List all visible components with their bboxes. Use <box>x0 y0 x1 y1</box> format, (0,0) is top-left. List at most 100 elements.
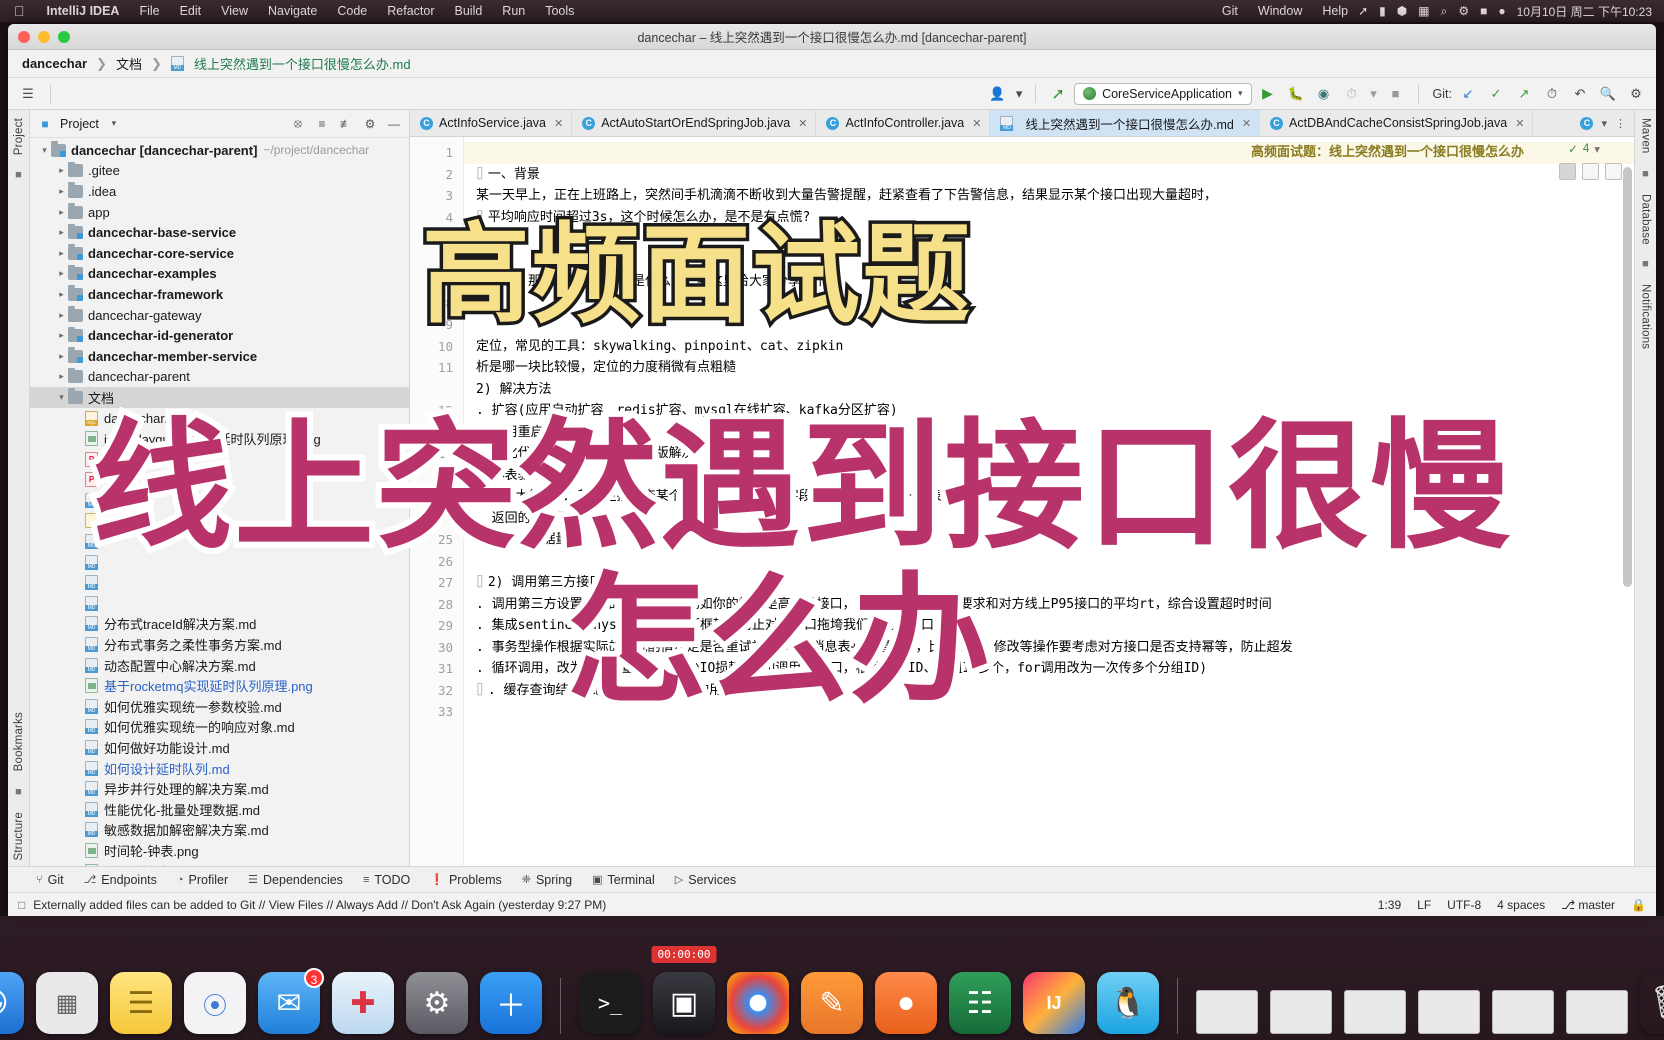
chevron-right-icon[interactable]: ▸ <box>55 371 68 382</box>
dock-launchpad-icon[interactable]: ▦ <box>36 972 98 1034</box>
caret-position[interactable]: 1:39 <box>1378 898 1401 912</box>
markdown-split-view-icon[interactable] <box>1582 163 1599 180</box>
code-line[interactable]: . 应用重启大法 <box>464 422 1634 444</box>
tree-row[interactable]: 动态配置中心解决方案.md <box>30 655 409 676</box>
chevron-down-icon[interactable]: ▾ <box>55 392 68 403</box>
code-line[interactable] <box>464 228 1634 250</box>
code-fold-icon[interactable]: ⌷ <box>476 167 484 182</box>
window-controls[interactable] <box>18 31 70 43</box>
tool-window-button-problems[interactable]: ❗ Problems <box>430 873 502 887</box>
strip-project-label[interactable]: Project <box>13 118 25 155</box>
tool-window-button-dependencies[interactable]: ☰ Dependencies <box>248 873 343 887</box>
close-tab-icon[interactable]: ✕ <box>1242 117 1251 130</box>
menu-window[interactable]: Window <box>1248 4 1312 18</box>
editor-tab[interactable]: C ActInfoController.java ✕ <box>816 110 991 136</box>
dock-window-thumbnail[interactable] <box>1418 990 1480 1034</box>
close-tab-icon[interactable]: ✕ <box>554 117 563 130</box>
tree-row[interactable] <box>30 552 409 573</box>
editor-scrollbar[interactable] <box>1623 167 1632 587</box>
code-line[interactable]: . 小表驱动大表( <box>464 465 1634 487</box>
editor-tab[interactable]: C ActAutoStartOrEndSpringJob.java ✕ <box>572 110 817 136</box>
strip-maven-label[interactable]: Maven <box>1640 118 1652 154</box>
search-icon[interactable]: ⌕ <box>1441 4 1448 19</box>
dock-screen-recorder-icon[interactable]: ▣ 00:00:00 <box>651 946 717 1034</box>
editor-tab[interactable]: C ActInfoService.java ✕ <box>410 110 573 136</box>
dock-drive-icon[interactable]: ⦿ <box>184 972 246 1034</box>
inspection-chevron-icon[interactable]: ▾ <box>1594 142 1600 156</box>
tool-window-button-todo[interactable]: ≡ TODO <box>363 873 410 887</box>
tree-row[interactable]: ▸ dancechar-gateway <box>30 305 409 326</box>
tree-row[interactable]: js <box>30 511 409 532</box>
profile-button[interactable]: ⏱ <box>1340 82 1364 106</box>
status-message[interactable]: Externally added files can be added to G… <box>33 898 606 912</box>
close-button[interactable] <box>18 31 30 43</box>
run-with-coverage-button[interactable]: ◉ <box>1312 82 1336 106</box>
project-settings-gear-icon[interactable]: ⚙ <box>361 115 379 133</box>
tree-row[interactable]: 分布式事务之柔性事务方案.md <box>30 634 409 655</box>
dock-sublime-icon[interactable]: ✎ <box>801 972 863 1034</box>
code-line[interactable]: 某一天早上，正在上班路上，突然间手机滴滴不断收到大量告警提醒，赶紧查看了下告警信… <box>464 185 1634 207</box>
tree-row[interactable]: 性能优化-批量处理数据.md <box>30 799 409 820</box>
run-button[interactable]: ▶ <box>1256 82 1280 106</box>
tree-row[interactable]: 分布式traceId解决方案.md <box>30 614 409 635</box>
menu-run[interactable]: Run <box>492 4 535 18</box>
editor-tab[interactable]: C ActDBAndCacheConsistSpringJob.java ✕ <box>1260 110 1534 136</box>
code-line[interactable]: . 事务型操作根据实际的情况酌情决定是否重试补偿(本地消息表+job重试)，比如… <box>464 637 1634 659</box>
apple-logo-icon[interactable]:  <box>0 3 37 19</box>
code-fold-icon[interactable]: ⌷ <box>476 210 484 225</box>
dock-chrome-icon[interactable] <box>727 972 789 1034</box>
dock-window-thumbnail[interactable] <box>1270 990 1332 1034</box>
tree-row[interactable] <box>30 531 409 552</box>
tab-list-chevron-icon[interactable]: ▾ <box>1601 117 1607 130</box>
dock-window-thumbnail[interactable] <box>1196 990 1258 1034</box>
code-line[interactable]: ⌷. 缓存查询结果(比如根据用户ID查询用户信息) <box>464 680 1634 702</box>
chevron-right-icon[interactable]: ▸ <box>55 310 68 321</box>
dock-notes-icon[interactable]: ☰ <box>110 972 172 1034</box>
tree-row[interactable] <box>30 593 409 614</box>
chevron-right-icon[interactable]: ▸ <box>55 186 68 197</box>
tree-row[interactable]: 如何优雅实现统一的响应对象.md <box>30 717 409 738</box>
branch-widget[interactable]: ⎇ master <box>1561 898 1615 912</box>
editor-tab[interactable]: 线上突然遇到一个接口很慢怎么办.md ✕ <box>990 110 1261 136</box>
chevron-right-icon[interactable]: ▸ <box>55 165 68 176</box>
strip-bookmarks-label[interactable]: Bookmarks <box>13 712 25 771</box>
dock-window-thumbnail[interactable] <box>1344 990 1406 1034</box>
chevron-right-icon[interactable]: ▸ <box>55 289 68 300</box>
chevron-right-icon[interactable]: ▸ <box>55 268 68 279</box>
dock-mail-icon[interactable]: ✉ 3 <box>258 968 324 1034</box>
battery-icon[interactable]: ■ <box>1480 4 1487 18</box>
strip-database-label[interactable]: Database <box>1640 194 1652 245</box>
tree-row[interactable]: f <box>30 490 409 511</box>
menu-refactor[interactable]: Refactor <box>377 4 444 18</box>
code-line[interactable] <box>464 551 1634 573</box>
code-line[interactable] <box>464 701 1634 723</box>
debug-button[interactable]: 🐛 <box>1284 82 1308 106</box>
maximize-button[interactable] <box>58 31 70 43</box>
code-fold-icon[interactable]: ⌷ <box>476 683 484 698</box>
dock-system-settings-icon[interactable]: ⚙ <box>406 972 468 1034</box>
code-line[interactable]: 高频面试题：线上突然遇到一个接口很慢怎么办 <box>464 142 1634 164</box>
project-view-chevron-icon[interactable]: ▾ <box>105 115 123 133</box>
chevron-right-icon[interactable]: ▸ <box>55 248 68 259</box>
code-line[interactable]: . 优化代码逻辑，走hotfix发版解决 <box>464 443 1634 465</box>
code-line[interactable] <box>464 293 1634 315</box>
code-line[interactable]: 定位，常见的工具：skywalking、pinpoint、cat、zipkin <box>464 336 1634 358</box>
menu-navigate[interactable]: Navigate <box>258 4 327 18</box>
tree-row[interactable]: ▾ dancechar [dancechar-parent] ~/project/d… <box>30 140 409 161</box>
tree-row[interactable]: ▸ dancechar-id-generator <box>30 325 409 346</box>
tree-row[interactable]: jdk delayqueue实现延时队列原理.png <box>30 428 409 449</box>
menu-git[interactable]: Git <box>1212 4 1248 18</box>
tree-row[interactable]: ▸ dancechar-examples <box>30 264 409 285</box>
project-file-tree[interactable]: ▾ dancechar [dancechar-parent] ~/project/d… <box>30 138 409 866</box>
tree-row[interactable]: ▸ dancechar-core-service <box>30 243 409 264</box>
cursor-icon[interactable]: ➚ <box>1358 4 1368 18</box>
breadcrumb-file[interactable]: 线上突然遇到一个接口很慢怎么办.md <box>194 54 411 73</box>
tree-row[interactable]: ▸ dancechar-framework <box>30 284 409 305</box>
tree-row[interactable]: 如何优雅实现统一参数校验.md <box>30 696 409 717</box>
git-commit-icon[interactable]: ✓ <box>1484 82 1508 106</box>
menu-clock[interactable]: 10月10日 周二 下午10:23 <box>1517 3 1652 20</box>
menu-file[interactable]: File <box>129 4 169 18</box>
line-separator[interactable]: LF <box>1417 898 1431 912</box>
dock-window-thumbnail[interactable] <box>1566 990 1628 1034</box>
code-line[interactable]: ⌷ 一、背景 <box>464 164 1634 186</box>
